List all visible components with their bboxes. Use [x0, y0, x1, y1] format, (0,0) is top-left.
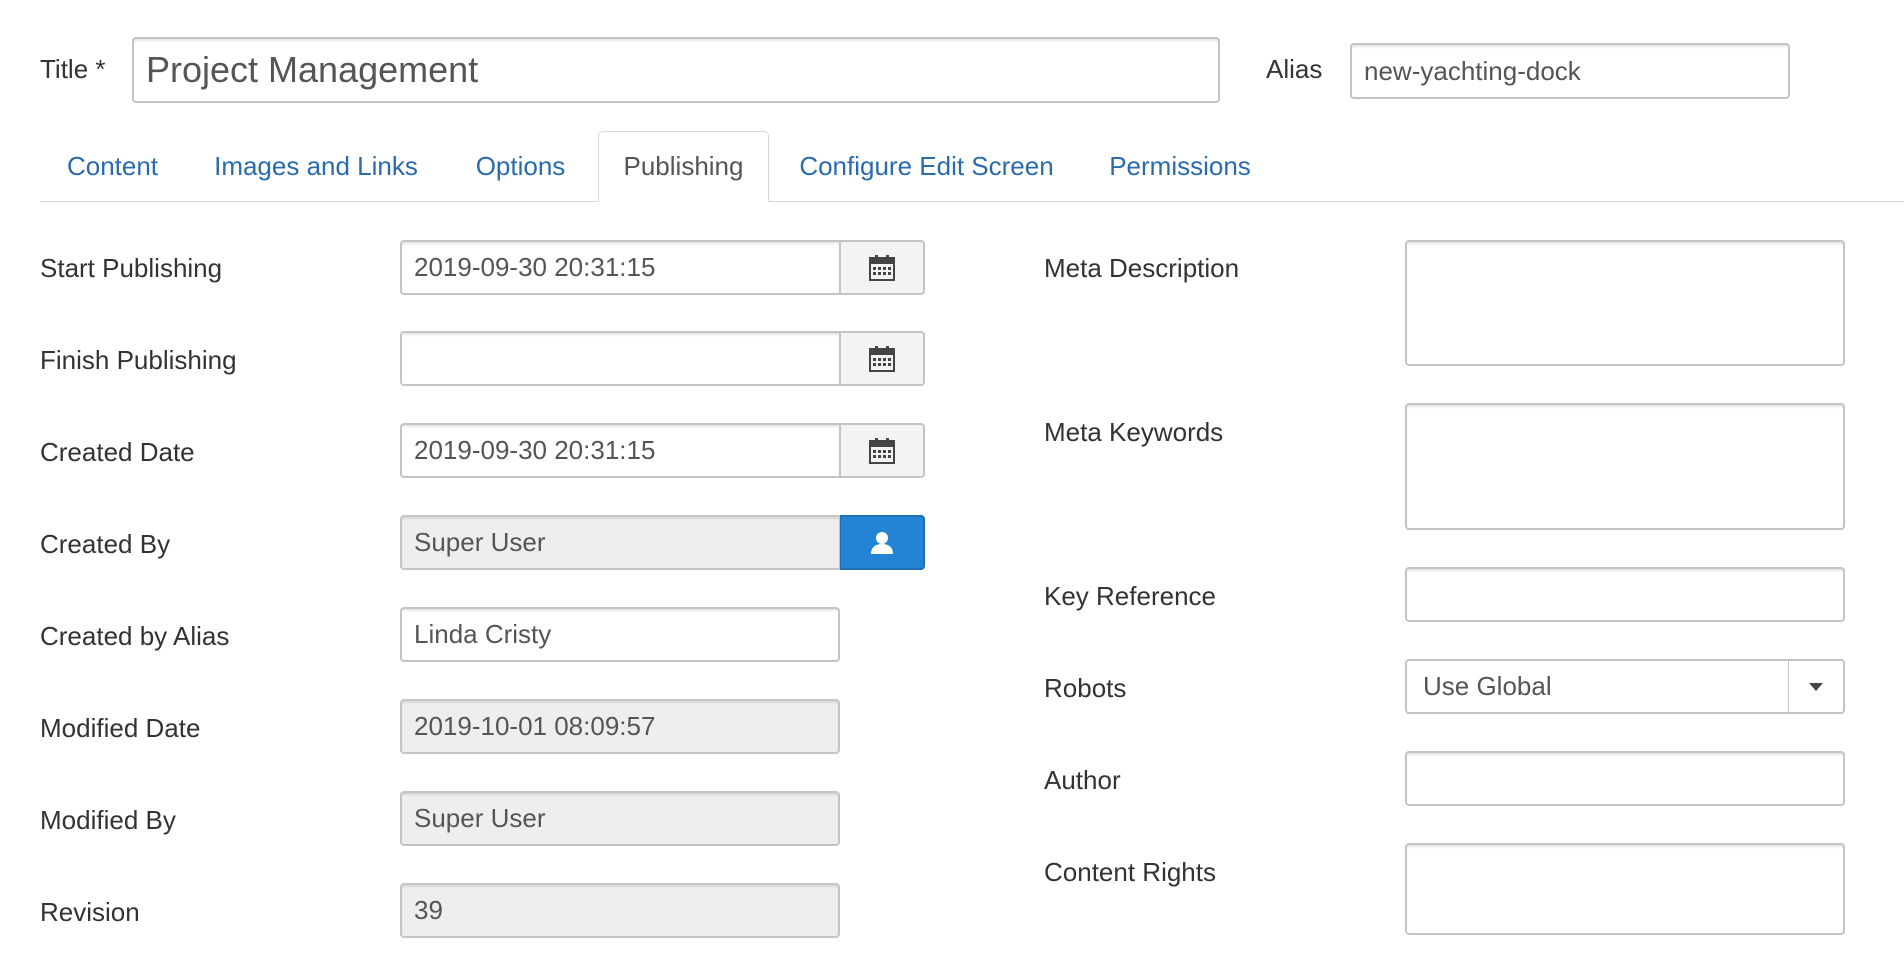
tab-configure-edit-screen[interactable]: Configure Edit Screen — [784, 131, 1069, 202]
robots-label: Robots — [1044, 673, 1127, 703]
modified-date-input: 2019-10-01 08:09:57 — [400, 699, 840, 754]
modified-by-input: Super User — [400, 791, 840, 846]
modified-by-label: Modified By — [40, 805, 176, 835]
meta-description-label: Meta Description — [1044, 253, 1240, 283]
meta-keywords-label: Meta Keywords — [1044, 417, 1224, 447]
finish-publishing-label: Finish Publishing — [40, 345, 237, 375]
robots-select[interactable]: Use Global — [1405, 659, 1845, 714]
calendar-icon — [869, 437, 895, 464]
start-publishing-input[interactable]: 2019-09-30 20:31:15 — [400, 240, 841, 295]
alias-label: Alias — [1266, 54, 1323, 84]
created-by-alias-label: Created by Alias — [40, 621, 230, 651]
content-rights-textarea[interactable] — [1405, 843, 1845, 935]
tab-publishing[interactable]: Publishing — [598, 131, 769, 202]
robots-dropdown-toggle[interactable] — [1788, 661, 1843, 712]
tab-images-and-links[interactable]: Images and Links — [196, 131, 436, 202]
revision-label: Revision — [40, 897, 140, 927]
calendar-icon — [869, 345, 895, 372]
created-by-input: Super User — [400, 515, 841, 570]
start-publishing-calendar-button[interactable] — [840, 240, 925, 295]
key-reference-input[interactable] — [1405, 567, 1845, 622]
finish-publishing-input[interactable] — [400, 331, 841, 386]
calendar-icon — [869, 254, 895, 281]
created-date-input[interactable]: 2019-09-30 20:31:15 — [400, 423, 841, 478]
finish-publishing-calendar-button[interactable] — [840, 331, 925, 386]
title-input[interactable]: Project Management — [132, 37, 1220, 103]
author-input[interactable] — [1405, 751, 1845, 806]
start-publishing-label: Start Publishing — [40, 253, 223, 283]
tab-permissions[interactable]: Permissions — [1094, 131, 1266, 202]
title-label: Title * — [40, 54, 106, 84]
user-icon — [871, 531, 893, 554]
content-rights-label: Content Rights — [1044, 857, 1216, 887]
robots-selected-value: Use Global — [1423, 671, 1552, 701]
created-date-calendar-button[interactable] — [840, 423, 925, 478]
revision-input: 39 — [400, 883, 840, 938]
tab-content[interactable]: Content — [45, 131, 180, 202]
created-by-alias-input[interactable]: Linda Cristy — [400, 607, 840, 662]
author-label: Author — [1044, 765, 1121, 795]
created-date-label: Created Date — [40, 437, 195, 467]
modified-date-label: Modified Date — [40, 713, 201, 743]
alias-input[interactable]: new-yachting-dock — [1350, 43, 1790, 99]
key-reference-label: Key Reference — [1044, 581, 1216, 611]
caret-down-icon — [1809, 682, 1823, 691]
created-by-label: Created By — [40, 529, 171, 559]
meta-keywords-textarea[interactable] — [1405, 403, 1845, 530]
meta-description-textarea[interactable] — [1405, 240, 1845, 366]
tab-options[interactable]: Options — [453, 131, 588, 202]
select-user-button[interactable] — [840, 515, 925, 570]
